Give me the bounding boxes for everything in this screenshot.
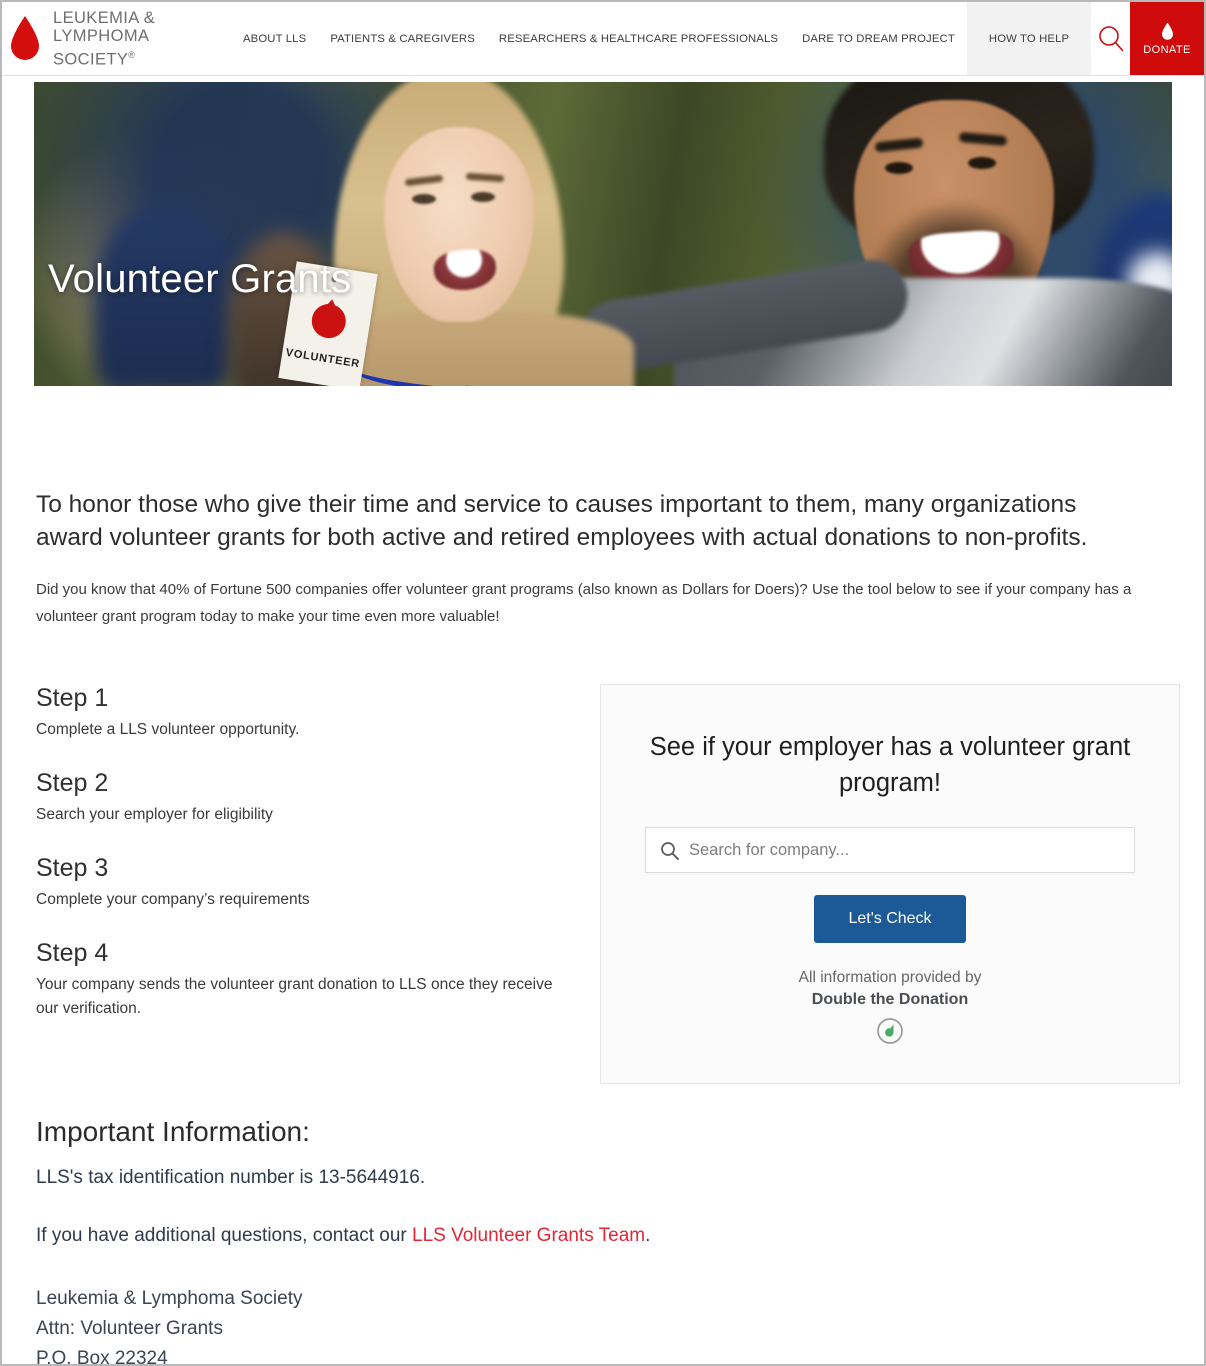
hero-subject-eye	[968, 157, 996, 169]
nav-item-about-lls[interactable]: ABOUT LLS	[231, 2, 318, 75]
nav-item-dare-to-dream-project[interactable]: DARE TO DREAM PROJECT	[790, 2, 967, 75]
step-item: Step 2 Search your employer for eligibil…	[36, 769, 596, 827]
hero-banner: VOLUNTEER Volunteer Grants	[34, 82, 1172, 386]
step-item: Step 1 Complete a LLS volunteer opportun…	[36, 684, 596, 742]
provided-by-label: All information provided by	[798, 969, 982, 986]
main-navigation: ABOUT LLS PATIENTS & CAREGIVERS RESEARCH…	[216, 2, 1092, 75]
donate-button[interactable]: DONATE	[1130, 2, 1204, 75]
step-title: Step 1	[36, 684, 109, 712]
steps-list: Step 1 Complete a LLS volunteer opportun…	[36, 684, 596, 1021]
contact-line-prefix: If you have additional questions, contac…	[36, 1225, 413, 1246]
intro-subtext: Did you know that 40% of Fortune 500 com…	[36, 581, 1132, 625]
address-line: Leukemia & Lymphoma Society	[36, 1288, 303, 1309]
logo-wordmark: LEUKEMIA & LYMPHOMA SOCIETY®	[53, 9, 155, 69]
search-icon	[660, 841, 679, 860]
header-search-button[interactable]	[1091, 2, 1130, 75]
hero-title: Volunteer Grants	[48, 257, 352, 301]
lets-check-button[interactable]: Let's Check	[814, 895, 966, 943]
address-line: P.O. Box 22324	[36, 1348, 168, 1366]
hero-subject-eye	[412, 194, 436, 204]
provider-name: Double the Donation	[811, 991, 969, 1008]
double-the-donation-logo-icon	[876, 1017, 904, 1045]
nav-item-how-to-help[interactable]: HOW TO HELP	[966, 2, 1092, 75]
widget-title: See if your employer has a volunteer gra…	[649, 733, 1131, 797]
hero-subject-eye	[885, 162, 913, 174]
logo-trademark: ®	[128, 49, 136, 60]
search-icon	[1096, 24, 1126, 54]
blood-drop-icon	[1161, 22, 1174, 41]
intro-lede: To honor those who give their time and s…	[36, 491, 1088, 551]
page-root: LEUKEMIA & LYMPHOMA SOCIETY® ABOUT LLS P…	[0, 0, 1206, 1366]
blood-drop-icon	[8, 15, 42, 63]
address-line: Attn: Volunteer Grants	[36, 1318, 223, 1339]
site-logo[interactable]: LEUKEMIA & LYMPHOMA SOCIETY®	[2, 2, 216, 75]
step-description: Search your employer for eligibility	[36, 806, 273, 823]
step-title: Step 2	[36, 769, 109, 797]
important-information-heading: Important Information:	[36, 1116, 310, 1147]
logo-line-2: LYMPHOMA	[53, 27, 150, 45]
mailing-address: Leukemia & Lymphoma Society Attn: Volunt…	[36, 1284, 1170, 1366]
donate-button-label: DONATE	[1143, 43, 1191, 56]
step-item: Step 4 Your company sends the volunteer …	[36, 939, 596, 1021]
hero-subject-face	[384, 127, 534, 322]
step-description: Your company sends the volunteer grant d…	[36, 976, 553, 1017]
logo-line-3: SOCIETY	[53, 50, 129, 68]
step-title: Step 4	[36, 939, 109, 967]
nav-item-patients-caregivers[interactable]: PATIENTS & CAREGIVERS	[318, 2, 487, 75]
nav-item-researchers-healthcare-professionals[interactable]: RESEARCHERS & HEALTHCARE PROFESSIONALS	[487, 2, 790, 75]
step-description: Complete a LLS volunteer opportunity.	[36, 721, 300, 738]
step-title: Step 3	[36, 854, 109, 882]
step-description: Complete your company’s requirements	[36, 891, 310, 908]
page-content: To honor those who give their time and s…	[2, 488, 1204, 1366]
company-search-field[interactable]	[645, 827, 1135, 873]
logo-line-1: LEUKEMIA &	[53, 8, 156, 27]
steps-and-widget-row: Step 1 Complete a LLS volunteer opportun…	[36, 684, 1180, 1084]
volunteer-name-tag-label: VOLUNTEER	[284, 346, 361, 371]
hero-subject-eye	[471, 192, 495, 202]
logo-line-3-wrap: SOCIETY®	[53, 46, 155, 69]
contact-line-suffix: .	[645, 1225, 651, 1246]
step-item: Step 3 Complete your company’s requireme…	[36, 854, 596, 912]
volunteer-grants-team-link[interactable]: LLS Volunteer Grants Team	[412, 1225, 645, 1246]
search-input[interactable]	[689, 828, 1134, 872]
tax-identification-line: LLS's tax identification number is 13-56…	[36, 1167, 426, 1188]
contact-line: If you have additional questions, contac…	[36, 1222, 1170, 1250]
site-header: LEUKEMIA & LYMPHOMA SOCIETY® ABOUT LLS P…	[2, 2, 1204, 76]
employer-lookup-widget: See if your employer has a volunteer gra…	[600, 684, 1180, 1084]
